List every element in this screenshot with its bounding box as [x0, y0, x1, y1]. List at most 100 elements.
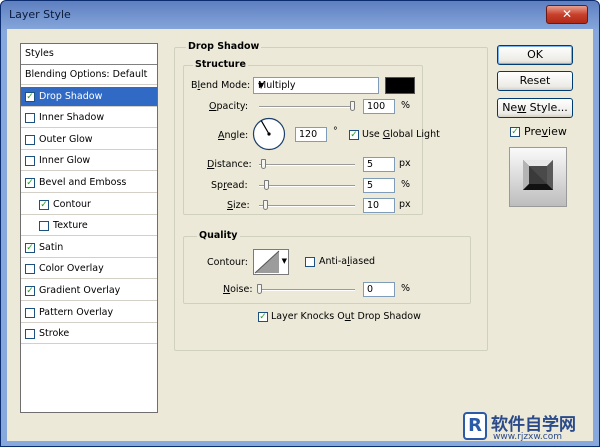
close-button[interactable]: ✕ — [546, 5, 588, 24]
blend-mode-label: Blend Mode: — [191, 80, 251, 91]
knockout-label: Layer Knocks Out Drop Shadow — [271, 311, 421, 322]
style-item-inner-shadow[interactable]: Inner Shadow — [21, 108, 157, 129]
angle-label: Angle: — [218, 130, 249, 141]
spread-unit: % — [401, 179, 411, 190]
style-item-gradient-overlay[interactable]: ✓ Gradient Overlay — [21, 281, 157, 301]
chevron-down-icon: ▼ — [258, 81, 265, 90]
style-item-checkbox[interactable] — [25, 329, 35, 340]
style-item-outer-glow[interactable]: Outer Glow — [21, 130, 157, 150]
size-label: Size: — [227, 200, 250, 211]
anti-aliased-checkbox[interactable] — [305, 257, 315, 267]
style-item-label: Drop Shadow — [39, 90, 103, 102]
layer-style-window: Layer Style ✕ Styles Blending Options: D… — [0, 0, 600, 447]
opacity-slider[interactable] — [259, 106, 355, 108]
style-item-label: Bevel and Emboss — [39, 177, 127, 188]
contour-dropdown-icon: ▼ — [281, 257, 287, 265]
quality-title: Quality — [197, 230, 240, 241]
preview-label: Preview — [524, 125, 567, 138]
anti-aliased-label: Anti-aliased — [319, 256, 376, 267]
style-item-label: Outer Glow — [39, 133, 93, 145]
noise-unit: % — [401, 283, 411, 294]
distance-slider-thumb[interactable] — [260, 159, 266, 169]
structure-title: Structure — [193, 59, 248, 70]
style-item-label: Color Overlay — [39, 263, 104, 275]
angle-dial[interactable] — [252, 117, 286, 151]
opacity-input[interactable]: 100 — [363, 99, 395, 114]
shadow-color-swatch[interactable] — [385, 77, 415, 94]
spread-input[interactable]: 5 — [363, 178, 395, 193]
opacity-unit: % — [401, 100, 411, 111]
style-item-inner-glow[interactable]: Inner Glow — [21, 151, 157, 172]
noise-input[interactable]: 0 — [363, 282, 395, 297]
style-item-stroke[interactable]: Stroke — [21, 324, 157, 345]
style-item-checkbox[interactable] — [25, 307, 35, 318]
size-input[interactable]: 10 — [363, 198, 395, 213]
style-item-checkbox[interactable]: ✓ — [25, 242, 35, 253]
style-item-label: Blending Options: Default — [25, 69, 148, 80]
style-item-contour[interactable]: ✓ Contour — [21, 195, 157, 215]
style-item-satin[interactable]: ✓ Satin — [21, 238, 157, 258]
style-item-checkbox[interactable]: ✓ — [25, 286, 35, 296]
watermark-r-icon: R — [463, 412, 487, 440]
size-slider-thumb[interactable] — [262, 200, 268, 210]
style-item-label: Contour — [53, 198, 91, 210]
style-item-texture[interactable]: Texture — [21, 216, 157, 237]
reset-button[interactable]: Reset — [497, 71, 573, 91]
style-item-checkbox[interactable] — [25, 264, 35, 275]
spread-slider[interactable] — [259, 185, 355, 187]
global-light-checkbox[interactable]: ✓ — [349, 130, 359, 140]
style-item-drop-shadow[interactable]: ✓ Drop Shadow — [21, 86, 157, 107]
angle-dial-icon — [252, 117, 286, 151]
opacity-label: Opacity: — [209, 101, 249, 112]
distance-unit: px — [399, 158, 411, 169]
spread-slider-thumb[interactable] — [263, 180, 269, 190]
style-item-checkbox[interactable]: ✓ — [25, 178, 35, 188]
angle-input[interactable]: 120 — [295, 127, 327, 142]
new-style-button[interactable]: New Style... — [497, 98, 573, 118]
spread-label: Spread: — [211, 180, 248, 191]
style-item-label: Stroke — [39, 328, 70, 340]
style-item-checkbox[interactable] — [39, 221, 49, 232]
opacity-slider-thumb[interactable] — [350, 101, 355, 111]
style-item-label: Texture — [53, 220, 88, 232]
styles-header-label: Styles — [25, 48, 54, 59]
preview-checkbox[interactable]: ✓ — [510, 127, 520, 137]
size-unit: px — [399, 199, 411, 210]
preview-bevel-icon — [523, 160, 553, 190]
blend-mode-select[interactable]: Multiply ▼ — [253, 77, 379, 94]
style-preview — [509, 147, 567, 207]
style-item-checkbox[interactable]: ✓ — [25, 91, 35, 102]
style-item-blending-options-default[interactable]: Blending Options: Default — [21, 65, 157, 85]
angle-unit: ° — [333, 126, 338, 137]
style-item-label: Gradient Overlay — [39, 285, 121, 296]
global-light-label: Use Global Light — [362, 129, 440, 140]
close-icon: ✕ — [561, 7, 573, 21]
style-item-checkbox[interactable] — [25, 113, 35, 124]
ok-button[interactable]: OK — [497, 45, 573, 65]
distance-slider[interactable] — [259, 164, 355, 166]
distance-input[interactable]: 5 — [363, 157, 395, 172]
drop-shadow-title: Drop Shadow — [186, 41, 262, 52]
watermark-url: www.rjzxw.com — [493, 432, 562, 442]
style-item-bevel-and-emboss[interactable]: ✓ Bevel and Emboss — [21, 173, 157, 193]
style-item-color-overlay[interactable]: Color Overlay — [21, 259, 157, 280]
window-title: Layer Style — [9, 8, 71, 21]
noise-label: Noise: — [223, 284, 253, 295]
style-item-label: Inner Shadow — [39, 112, 105, 124]
style-item-checkbox[interactable]: ✓ — [39, 199, 49, 210]
contour-curve-icon — [254, 250, 280, 274]
watermark-logo: R 软件自学网 www.rjzxw.com — [463, 410, 597, 444]
style-item-checkbox[interactable] — [25, 156, 35, 167]
noise-slider-thumb[interactable] — [257, 284, 262, 294]
style-item-label: Satin — [39, 241, 64, 253]
knockout-checkbox[interactable]: ✓ — [258, 312, 268, 322]
title-bar[interactable]: Layer Style ✕ — [1, 1, 599, 29]
styles-header[interactable]: Styles — [21, 44, 157, 65]
style-item-pattern-overlay[interactable]: Pattern Overlay — [21, 303, 157, 323]
noise-slider[interactable] — [257, 289, 355, 291]
contour-picker[interactable]: ▼ — [253, 249, 289, 275]
style-item-checkbox[interactable] — [25, 134, 35, 145]
size-slider[interactable] — [259, 205, 355, 207]
distance-label: Distance: — [207, 159, 252, 170]
dialog-client: Styles Blending Options: Default ✓ Drop Sh… — [7, 29, 593, 441]
